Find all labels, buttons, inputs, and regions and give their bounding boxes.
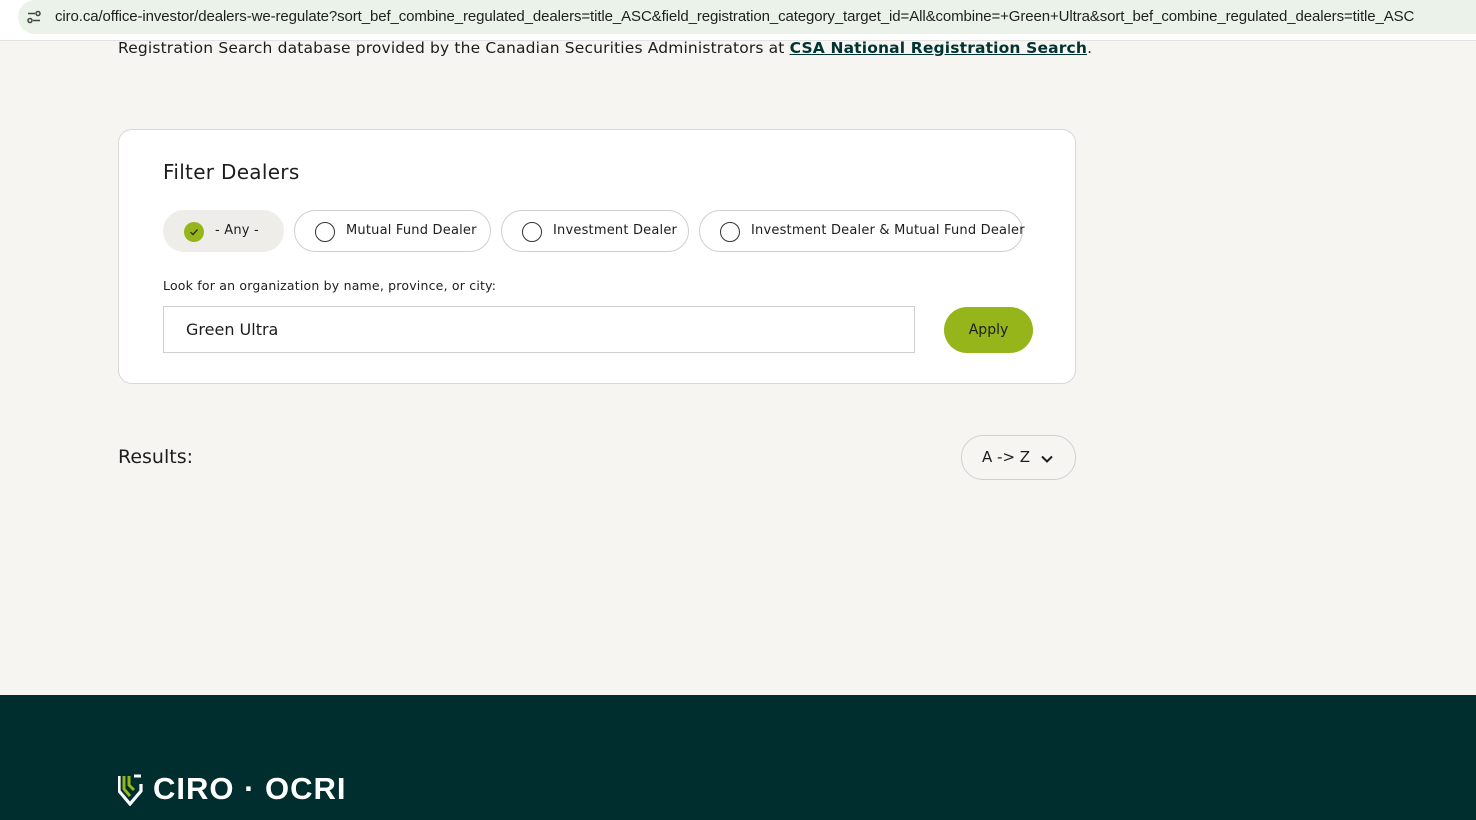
ciro-logo-text[interactable]: CIRO · OCRI xyxy=(153,771,347,807)
organization-search-input[interactable] xyxy=(163,306,915,353)
radio-unchecked-icon xyxy=(522,222,542,242)
intro-text: Registration Search database provided by… xyxy=(118,39,790,57)
sort-order-select[interactable]: A -> Z xyxy=(961,435,1076,480)
filter-option-mutual-fund-dealer[interactable]: Mutual Fund Dealer xyxy=(294,210,491,252)
results-heading: Results: xyxy=(118,446,194,468)
filter-title: Filter Dealers xyxy=(163,160,300,184)
site-footer: CIRO · OCRI xyxy=(0,695,1476,820)
site-settings-icon[interactable] xyxy=(26,9,42,25)
ciro-logo-icon[interactable] xyxy=(117,774,144,810)
filter-option-any[interactable]: - Any - xyxy=(163,210,284,252)
chevron-down-icon xyxy=(1040,451,1054,470)
filter-option-label: - Any - xyxy=(215,223,259,238)
filter-option-investment-and-mutual-fund-dealer[interactable]: Investment Dealer & Mutual Fund Dealer xyxy=(699,210,1025,252)
radio-unchecked-icon xyxy=(315,222,335,242)
filter-option-label: Investment Dealer & Mutual Fund Dealer xyxy=(751,223,1025,238)
browser-address-bar: ciro.ca/office-investor/dealers-we-regul… xyxy=(0,0,1476,41)
intro-trailing: . xyxy=(1087,39,1093,57)
radio-unchecked-icon xyxy=(720,222,740,242)
filter-option-label: Mutual Fund Dealer xyxy=(346,223,477,238)
search-label: Look for an organization by name, provin… xyxy=(163,278,497,293)
radio-checked-icon xyxy=(184,222,204,242)
sort-value: A -> Z xyxy=(982,448,1031,466)
apply-button[interactable]: Apply xyxy=(944,307,1033,353)
csa-registration-search-link[interactable]: CSA National Registration Search xyxy=(790,39,1087,57)
url-field[interactable]: ciro.ca/office-investor/dealers-we-regul… xyxy=(18,0,1476,34)
filter-option-investment-dealer[interactable]: Investment Dealer xyxy=(501,210,689,252)
filter-dealers-panel: Filter Dealers - Any - Mutual Fund Deale… xyxy=(118,129,1076,384)
url-text[interactable]: ciro.ca/office-investor/dealers-we-regul… xyxy=(55,8,1414,25)
intro-paragraph: Registration Search database provided by… xyxy=(118,39,1092,57)
filter-option-label: Investment Dealer xyxy=(553,223,678,238)
